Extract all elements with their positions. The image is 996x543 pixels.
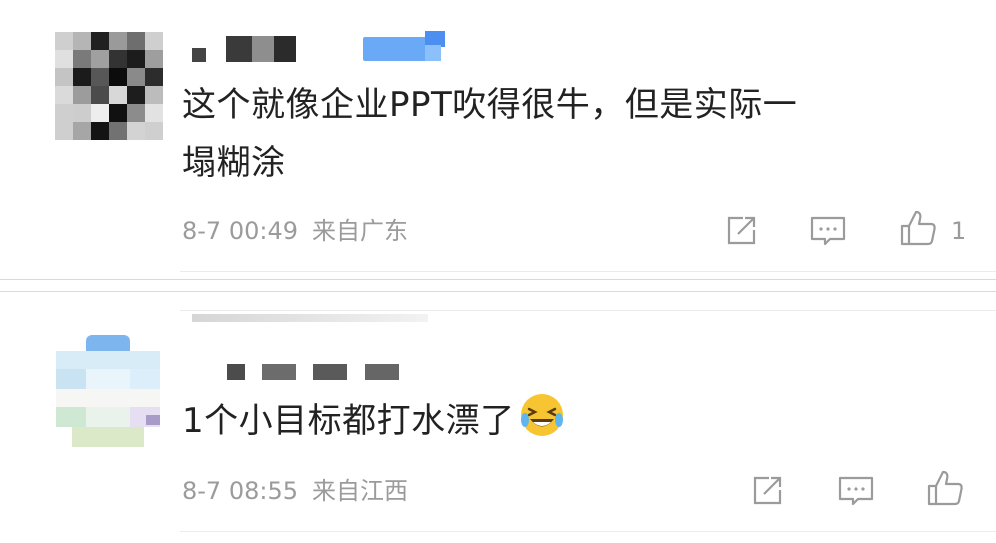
share-icon: [753, 476, 782, 505]
comment-meta: 8-7 00:49 来自广东: [182, 216, 422, 246]
share-button[interactable]: [745, 469, 789, 513]
share-icon: [727, 216, 756, 245]
avatar[interactable]: [56, 335, 160, 447]
blurred-header: [192, 314, 428, 330]
comment-icon: [838, 476, 874, 506]
comment-text: 1个小目标都打水漂了: [182, 392, 962, 456]
comment-text-line: 这个就像企业PPT吹得很牛，但是实际一: [182, 85, 798, 125]
comment-button[interactable]: [806, 209, 850, 253]
divider: [180, 531, 996, 532]
divider: [180, 310, 996, 311]
comment-date: 8-7 08:55: [182, 477, 298, 505]
verified-badge-icon: [363, 31, 445, 61]
divider: [180, 271, 996, 272]
comment-text-line: 塌糊涂: [182, 143, 286, 183]
section-divider: [0, 291, 996, 292]
like-button[interactable]: [923, 466, 967, 510]
like-count: 1: [951, 217, 967, 245]
comment-text-body: 1个小目标都打水漂了: [182, 401, 515, 441]
like-button[interactable]: [896, 206, 940, 250]
grinning-squinting-with-tears-icon: [519, 392, 565, 456]
comment-location: 来自江西: [312, 477, 408, 505]
avatar[interactable]: [55, 32, 163, 140]
comment-icon: [810, 216, 846, 246]
thumbs-up-icon: [900, 210, 936, 246]
comment-location: 来自广东: [312, 217, 408, 245]
thumbs-up-icon: [927, 470, 963, 506]
comment-text: 这个就像企业PPT吹得很牛，但是实际一 塌糊涂: [182, 76, 962, 192]
comment-button[interactable]: [834, 469, 878, 513]
comment-meta: 8-7 08:55 来自江西: [182, 476, 422, 506]
comment-date: 8-7 00:49: [182, 217, 298, 245]
section-divider: [0, 279, 996, 280]
share-button[interactable]: [719, 209, 763, 253]
